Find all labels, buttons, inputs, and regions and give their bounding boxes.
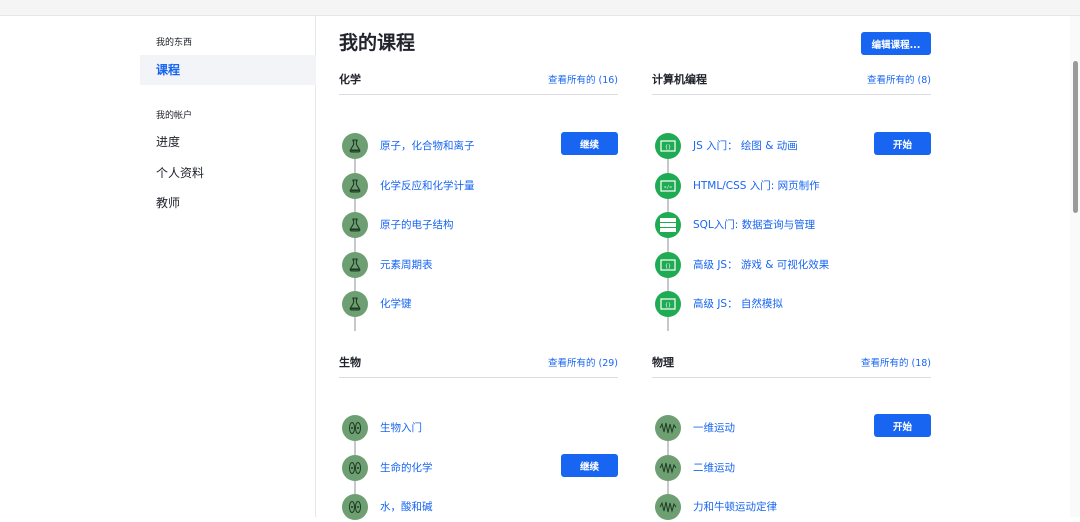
course-name[interactable]: 生命的化学 (380, 460, 433, 475)
cells-icon (342, 494, 368, 520)
start-button[interactable]: 开始 (874, 414, 931, 437)
view-all-link[interactable]: 查看所有的 (8) (867, 72, 931, 86)
course-item[interactable]: 二维运动 (652, 455, 931, 483)
course-name[interactable]: 高级 JS： 自然模拟 (693, 296, 783, 311)
course-name[interactable]: HTML/CSS 入门: 网页制作 (693, 178, 820, 193)
flask-icon (342, 252, 368, 278)
course-name[interactable]: JS 入门： 绘图 & 动画 (693, 138, 798, 153)
continue-button[interactable]: 继续 (561, 454, 618, 477)
course-name[interactable]: 力和牛顿运动定律 (693, 499, 777, 514)
database-icon (655, 212, 681, 238)
view-all-link[interactable]: 查看所有的 (18) (861, 355, 931, 369)
svg-text:{}: {} (665, 145, 671, 151)
flask-icon (342, 212, 368, 238)
flask-icon (342, 291, 368, 317)
sidebar-section-account: 我的帐户 (156, 111, 193, 121)
course-name[interactable]: 水，酸和碱 (380, 499, 433, 514)
page: 我的东西 课程 我的帐户 进度 个人资料 教师 我的课程 编辑课程... 化学 … (0, 16, 1080, 520)
scrollbar[interactable] (1070, 16, 1080, 517)
course-item[interactable]: {} JS 入门： 绘图 & 动画 开始 (652, 132, 931, 161)
flask-icon (342, 173, 368, 199)
course-name[interactable]: 原子，化合物和离子 (380, 138, 475, 153)
course-item[interactable]: 一维运动 开始 (652, 414, 931, 443)
wave-icon (655, 415, 681, 441)
section-header: 物理 查看所有的 (18) (652, 354, 931, 378)
course-item[interactable]: 生物入门 (339, 415, 618, 443)
svg-text:{}: {} (665, 303, 671, 309)
continue-button[interactable]: 继续 (561, 132, 618, 155)
section-chemistry: 化学 查看所有的 (16) 原子，化合物和离子 继续 化学反应和化学计量 原子的… (339, 71, 618, 331)
section-physics: 物理 查看所有的 (18) 一维运动 开始 二维运动 力和牛顿运动定律 (652, 354, 931, 520)
svg-text:</>: </> (664, 185, 672, 191)
course-name[interactable]: 二维运动 (693, 460, 735, 475)
course-item[interactable]: 原子，化合物和离子 继续 (339, 132, 618, 161)
scrollbar-thumb[interactable] (1073, 61, 1078, 213)
sidebar-item-progress[interactable]: 进度 (140, 127, 316, 157)
section-title: 计算机编程 (652, 73, 707, 86)
code-window-icon: {} (655, 252, 681, 278)
code-window-icon: {} (655, 133, 681, 159)
view-all-link[interactable]: 查看所有的 (29) (548, 355, 618, 369)
section-biology: 生物 查看所有的 (29) 生物入门 生命的化学 继续 水，酸和碱 (339, 354, 618, 520)
svg-text:{}: {} (665, 264, 671, 270)
course-name[interactable]: 高级 JS： 游戏 & 可视化效果 (693, 257, 829, 272)
course-name[interactable]: 原子的电子结构 (380, 217, 454, 232)
sidebar-section-mine: 我的东西 (156, 38, 193, 48)
flask-icon (342, 133, 368, 159)
sidebar-item-profile[interactable]: 个人资料 (140, 158, 316, 188)
html-tag-icon: </> (655, 173, 681, 199)
edit-courses-button[interactable]: 编辑课程... (861, 32, 931, 55)
section-title: 生物 (339, 356, 361, 369)
course-name[interactable]: SQL入门: 数据查询与管理 (693, 217, 815, 232)
start-button[interactable]: 开始 (874, 132, 931, 155)
wave-icon (655, 494, 681, 520)
view-all-link[interactable]: 查看所有的 (16) (548, 72, 618, 86)
page-title: 我的课程 (339, 32, 416, 54)
browser-top-bar (0, 0, 1080, 16)
wave-icon (655, 455, 681, 481)
course-name[interactable]: 生物入门 (380, 420, 422, 435)
course-item[interactable]: {} 高级 JS： 自然模拟 (652, 291, 931, 319)
course-item[interactable]: 力和牛顿运动定律 (652, 494, 931, 522)
section-header: 计算机编程 查看所有的 (8) (652, 71, 931, 95)
course-item[interactable]: </> HTML/CSS 入门: 网页制作 (652, 173, 931, 201)
sidebar-item-courses[interactable]: 课程 (140, 55, 316, 85)
course-name[interactable]: 一维运动 (693, 420, 735, 435)
course-item[interactable]: 化学反应和化学计量 (339, 173, 618, 201)
section-header: 化学 查看所有的 (16) (339, 71, 618, 95)
section-title: 物理 (652, 356, 674, 369)
course-item[interactable]: SQL入门: 数据查询与管理 (652, 212, 931, 240)
section-header: 生物 查看所有的 (29) (339, 354, 618, 378)
cells-icon (342, 455, 368, 481)
section-title: 化学 (339, 73, 361, 86)
course-item[interactable]: 水，酸和碱 (339, 494, 618, 522)
course-name[interactable]: 化学反应和化学计量 (380, 178, 475, 193)
course-item[interactable]: 元素周期表 (339, 252, 618, 280)
code-window-icon: {} (655, 291, 681, 317)
course-item[interactable]: {} 高级 JS： 游戏 & 可视化效果 (652, 252, 931, 280)
course-item[interactable]: 生命的化学 继续 (339, 454, 618, 483)
course-name[interactable]: 化学键 (380, 296, 412, 311)
course-item[interactable]: 原子的电子结构 (339, 212, 618, 240)
course-item[interactable]: 化学键 (339, 291, 618, 319)
sidebar-item-teachers[interactable]: 教师 (140, 188, 316, 218)
section-computer-programming: 计算机编程 查看所有的 (8) {} JS 入门： 绘图 & 动画 开始 </>… (652, 71, 931, 331)
cells-icon (342, 415, 368, 441)
sidebar: 我的东西 课程 我的帐户 进度 个人资料 教师 (140, 16, 316, 517)
course-name[interactable]: 元素周期表 (380, 257, 433, 272)
